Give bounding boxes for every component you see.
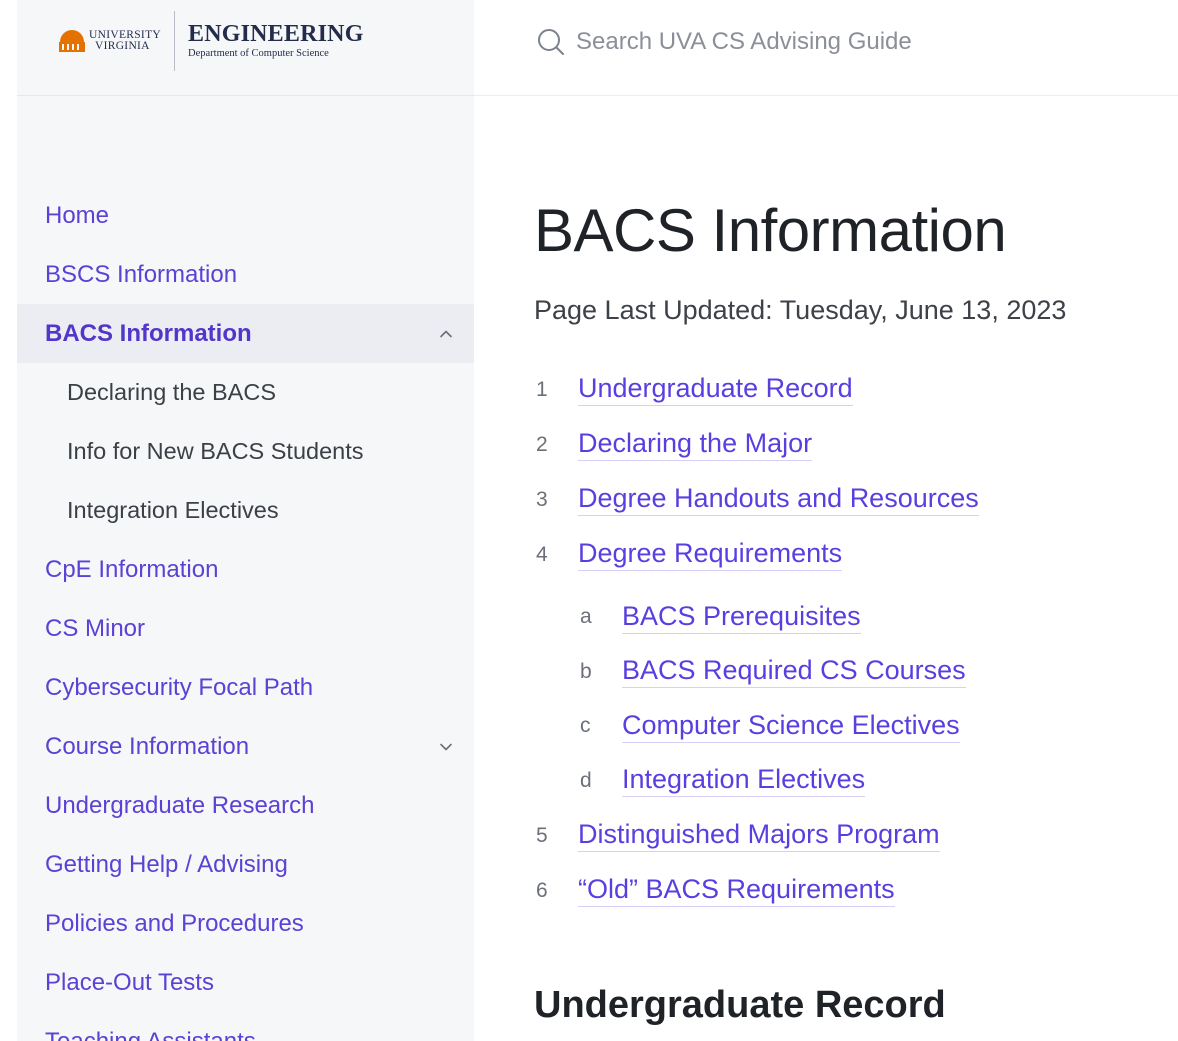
- toc-subitem: c Computer Science Electives: [534, 699, 1174, 754]
- page-last-updated: Page Last Updated: Tuesday, June 13, 202…: [534, 295, 1067, 325]
- sidebar-item-teaching-assistants[interactable]: Teaching Assistants: [17, 1012, 474, 1041]
- sidebar-item-label: BSCS Information: [45, 260, 238, 288]
- search-icon[interactable]: [534, 25, 568, 59]
- toc-item: 3 Degree Handouts and Resources: [534, 472, 1174, 527]
- chevron-up-icon[interactable]: [438, 326, 454, 342]
- logo-divider: [174, 11, 175, 71]
- table-of-contents: 1 Undergraduate Record 2 Declaring the M…: [534, 362, 1174, 918]
- top-header: [474, 0, 1178, 96]
- toc-number: 4: [536, 542, 548, 566]
- toc-link-integration-electives[interactable]: Integration Electives: [622, 764, 866, 798]
- toc-subitem: b BACS Required CS Courses: [534, 645, 1174, 700]
- toc-link-bacs-required-cs-courses[interactable]: BACS Required CS Courses: [622, 655, 966, 689]
- toc-link-declaring-the-major[interactable]: Declaring the Major: [578, 428, 813, 461]
- toc-item: 5 Distinguished Majors Program: [534, 808, 1174, 863]
- section-heading-undergraduate-record: Undergraduate Record: [534, 984, 946, 1026]
- toc-link-bacs-prerequisites[interactable]: BACS Prerequisites: [622, 601, 861, 634]
- toc-link-degree-handouts[interactable]: Degree Handouts and Resources: [578, 483, 979, 516]
- toc-link-distinguished-majors-program[interactable]: Distinguished Majors Program: [578, 819, 940, 852]
- sidebar-nav: Home BSCS Information BACS Information D…: [17, 186, 474, 1041]
- sidebar-item-undergraduate-research[interactable]: Undergraduate Research: [17, 776, 474, 835]
- uva-wordmark: UNIVERSITY VIRGINIA: [89, 29, 161, 52]
- sidebar-item-declaring-the-bacs[interactable]: Declaring the BACS: [17, 363, 474, 422]
- sidebar-item-label: Policies and Procedures: [45, 909, 304, 937]
- department-name: Department of Computer Science: [188, 48, 329, 59]
- toc-letter: b: [580, 659, 592, 683]
- toc-number: 6: [536, 878, 548, 902]
- main-content: BACS Information Page Last Updated: Tues…: [534, 96, 1174, 1041]
- sidebar-item-cybersecurity-focal-path[interactable]: Cybersecurity Focal Path: [17, 658, 474, 717]
- uva-mark: UNIVERSITY VIRGINIA: [59, 29, 161, 52]
- sidebar-item-getting-help-advising[interactable]: Getting Help / Advising: [17, 835, 474, 894]
- search-input[interactable]: [576, 28, 1096, 56]
- sidebar-item-course-information[interactable]: Course Information: [17, 717, 474, 776]
- sidebar-item-label: Undergraduate Research: [45, 791, 315, 819]
- sidebar-item-home[interactable]: Home: [17, 186, 474, 245]
- sidebar-item-label: Getting Help / Advising: [45, 850, 288, 878]
- search-bar[interactable]: [534, 24, 1096, 60]
- rotunda-icon: [59, 30, 85, 52]
- engineering-wordmark: ENGINEERING Department of Computer Scien…: [188, 22, 364, 60]
- sidebar-item-label: Declaring the BACS: [67, 379, 276, 405]
- toc-letter: c: [580, 714, 591, 738]
- toc-item: 4 Degree Requirements: [534, 527, 1174, 582]
- sidebar-item-policies-and-procedures[interactable]: Policies and Procedures: [17, 894, 474, 953]
- toc-item: 1 Undergraduate Record: [534, 362, 1174, 417]
- engineering-title: ENGINEERING: [188, 21, 364, 47]
- toc-link-undergraduate-record[interactable]: Undergraduate Record: [578, 373, 853, 406]
- sidebar-item-label: BACS Information: [45, 319, 252, 347]
- toc-link-computer-science-electives[interactable]: Computer Science Electives: [622, 710, 960, 743]
- toc-letter: a: [580, 605, 592, 629]
- sidebar-item-bacs-information[interactable]: BACS Information: [17, 304, 474, 363]
- sidebar-item-label: Home: [45, 201, 110, 229]
- toc-number: 2: [536, 432, 548, 456]
- sidebar-item-label: CpE Information: [45, 555, 219, 583]
- toc-item: 6 “Old” BACS Requirements: [534, 863, 1174, 918]
- site-logo[interactable]: UNIVERSITY VIRGINIA ENGINEERING Departme…: [59, 10, 364, 72]
- sidebar-item-label: Integration Electives: [67, 497, 279, 523]
- sidebar-item-label: Teaching Assistants: [45, 1027, 256, 1041]
- logo-area: UNIVERSITY VIRGINIA ENGINEERING Departme…: [17, 0, 474, 96]
- page-title: BACS Information: [534, 197, 1007, 264]
- sidebar-item-cpe-information[interactable]: CpE Information: [17, 540, 474, 599]
- toc-number: 5: [536, 823, 548, 847]
- chevron-down-icon[interactable]: [438, 739, 454, 755]
- sidebar-item-bscs-information[interactable]: BSCS Information: [17, 245, 474, 304]
- toc-link-old-bacs-requirements[interactable]: “Old” BACS Requirements: [578, 874, 895, 907]
- uva-line-2: VIRGINIA: [95, 40, 150, 52]
- toc-subitem: d Integration Electives: [534, 754, 1174, 809]
- toc-letter: d: [580, 768, 592, 792]
- toc-subitem: a BACS Prerequisites: [534, 590, 1174, 645]
- sidebar-item-label: Cybersecurity Focal Path: [45, 673, 314, 701]
- sidebar-item-label: Place-Out Tests: [45, 968, 214, 996]
- sidebar-item-label: CS Minor: [45, 614, 146, 642]
- sidebar: UNIVERSITY VIRGINIA ENGINEERING Departme…: [17, 0, 474, 1041]
- sidebar-item-cs-minor[interactable]: CS Minor: [17, 599, 474, 658]
- left-gutter: [0, 0, 17, 1041]
- toc-number: 3: [536, 487, 548, 511]
- sidebar-item-place-out-tests[interactable]: Place-Out Tests: [17, 953, 474, 1012]
- toc-item: 2 Declaring the Major: [534, 417, 1174, 472]
- sidebar-item-info-for-new-bacs-students[interactable]: Info for New BACS Students: [17, 422, 474, 481]
- sidebar-item-label: Course Information: [45, 732, 250, 760]
- sidebar-item-integration-electives[interactable]: Integration Electives: [17, 481, 474, 540]
- toc-link-degree-requirements[interactable]: Degree Requirements: [578, 538, 843, 571]
- sidebar-item-label: Info for New BACS Students: [67, 438, 364, 464]
- toc-number: 1: [536, 377, 548, 401]
